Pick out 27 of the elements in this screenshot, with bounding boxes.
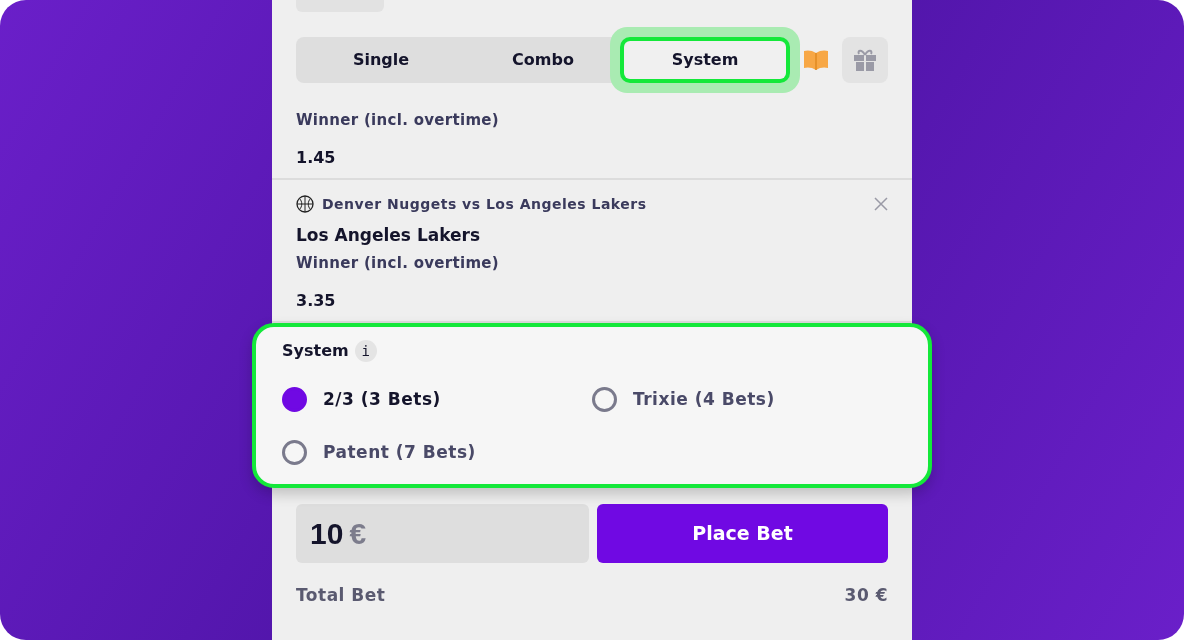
stake-field[interactable]: 10 € (296, 503, 589, 563)
market-name: Winner (incl. overtime) (296, 110, 500, 131)
option-label: Patent (7 Bets) (323, 441, 476, 464)
bet-type-tab[interactable]: Combo (462, 41, 624, 79)
radio-button[interactable] (282, 440, 307, 466)
info-icon[interactable]: i (354, 339, 377, 362)
currency-symbol: € (349, 515, 367, 552)
odds-value: 3.35 (296, 289, 337, 312)
system-title: System (282, 339, 349, 362)
market-name: Winner (incl. overtime) (296, 253, 500, 274)
radio-button[interactable] (282, 386, 307, 412)
gift-button[interactable] (842, 37, 888, 83)
option-label: Trixie (4 Bets) (633, 387, 775, 411)
stake-amount: 10 (310, 515, 344, 552)
event-name: Denver Nuggets vs Los Angeles Lakers (322, 194, 647, 214)
gift-icon (852, 47, 878, 73)
bet-type-tab[interactable]: Single (300, 41, 462, 79)
selection-name: Los Angeles Lakers (296, 223, 482, 247)
total-value: 30 € (844, 583, 888, 607)
radio-button[interactable] (592, 386, 617, 412)
odds-value: 1.45 (296, 146, 337, 169)
total-label: Total Bet (296, 583, 386, 607)
basketball-icon (296, 195, 314, 213)
option-label: 2/3 (3 Bets) (323, 387, 441, 411)
place-bet-button[interactable]: Place Bet (597, 503, 888, 563)
book-icon[interactable] (802, 48, 830, 72)
close-icon[interactable] (874, 197, 888, 211)
